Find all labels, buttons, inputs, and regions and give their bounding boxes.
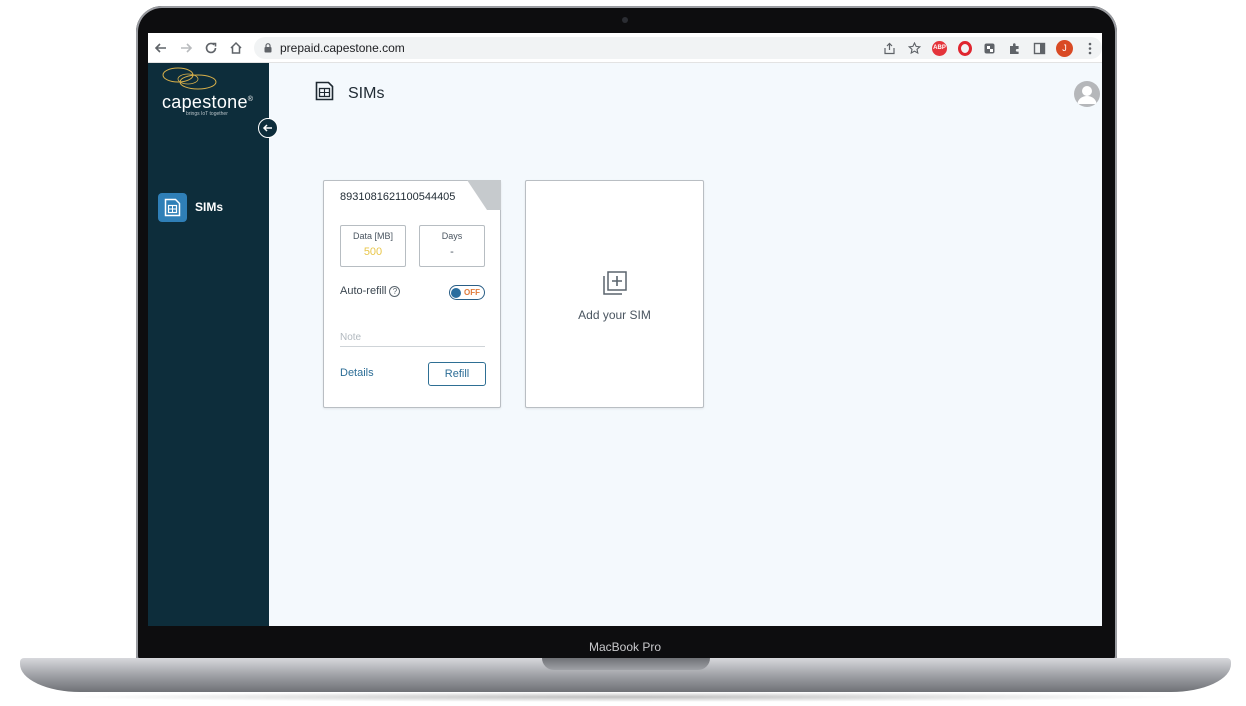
kebab-menu-icon[interactable]	[1077, 37, 1102, 59]
page-header: SIMs	[315, 81, 384, 106]
logo-wordmark: capestone®	[162, 92, 254, 112]
sim-iccid: 8931081621100544405	[340, 191, 456, 203]
adblock-plus-icon[interactable]: ABP	[927, 37, 952, 59]
share-icon[interactable]	[877, 37, 902, 59]
laptop-shadow	[60, 692, 1190, 702]
browser-toolbar: prepaid.capestone.com ABP J	[148, 33, 1102, 63]
toggle-knob	[451, 287, 461, 298]
back-arrow-icon[interactable]	[149, 36, 173, 60]
adblock-label: ABP	[932, 40, 947, 56]
browser-screen: prepaid.capestone.com ABP J capestone® b…	[148, 33, 1102, 626]
laptop-model-label: MacBook Pro	[588, 640, 662, 654]
details-link[interactable]: Details	[340, 367, 374, 379]
side-panel-icon[interactable]	[1027, 37, 1052, 59]
days-stat-label: Days	[441, 231, 463, 241]
sim-card-icon	[315, 81, 334, 106]
autorefill-row: Auto-refill ?	[340, 285, 401, 297]
refill-button[interactable]: Refill	[428, 362, 486, 386]
url-text[interactable]: prepaid.capestone.com	[280, 41, 405, 55]
data-stat-value: 500	[363, 246, 383, 258]
home-icon[interactable]	[224, 36, 248, 60]
forward-arrow-icon[interactable]	[174, 36, 198, 60]
profile-avatar[interactable]: J	[1052, 37, 1077, 59]
lock-icon	[260, 43, 276, 53]
page-title: SIMs	[348, 84, 385, 102]
sim-card-icon	[158, 192, 187, 222]
sidebar: capestone® brings IoT together SIMs	[148, 63, 269, 626]
autorefill-toggle[interactable]: OFF	[449, 285, 485, 300]
note-input[interactable]	[340, 329, 485, 347]
add-sim-card[interactable]: Add your SIM	[525, 180, 704, 408]
sidebar-item-sims[interactable]: SIMs	[158, 192, 223, 222]
add-plus-icon	[602, 270, 628, 301]
autorefill-label: Auto-refill	[340, 285, 387, 297]
toggle-state: OFF	[464, 288, 480, 297]
camera	[622, 17, 628, 23]
profile-initial: J	[1056, 39, 1073, 57]
help-icon[interactable]: ?	[389, 285, 401, 297]
collapse-sidebar-button[interactable]	[258, 118, 278, 138]
logo-tagline: brings IoT together	[186, 111, 228, 117]
laptop-stage: prepaid.capestone.com ABP J capestone® b…	[0, 0, 1246, 706]
days-stat-value: -	[450, 246, 454, 258]
opera-icon[interactable]	[952, 37, 977, 59]
puzzle-extensions-icon[interactable]	[1002, 37, 1027, 59]
data-stat-box: Data [MB] 500	[340, 225, 406, 267]
data-stat-label: Data [MB]	[352, 231, 393, 241]
star-icon[interactable]	[902, 37, 927, 59]
reload-icon[interactable]	[199, 36, 223, 60]
sim-card: 8931081621100544405 Data [MB] 500 Days -…	[323, 180, 501, 408]
sidebar-item-label: SIMs	[195, 200, 224, 214]
add-sim-label: Add your SIM	[578, 308, 651, 322]
sim-card-corner	[467, 180, 501, 210]
browser-actions: ABP J	[877, 37, 1102, 59]
days-stat-box: Days -	[419, 225, 485, 267]
user-account-icon[interactable]	[1074, 81, 1100, 107]
extension-app-icon[interactable]	[977, 37, 1002, 59]
laptop-notch	[542, 658, 710, 670]
capestone-logo[interactable]: capestone® brings IoT together	[160, 65, 260, 121]
address-bar[interactable]: prepaid.capestone.com ABP J	[254, 37, 1102, 59]
